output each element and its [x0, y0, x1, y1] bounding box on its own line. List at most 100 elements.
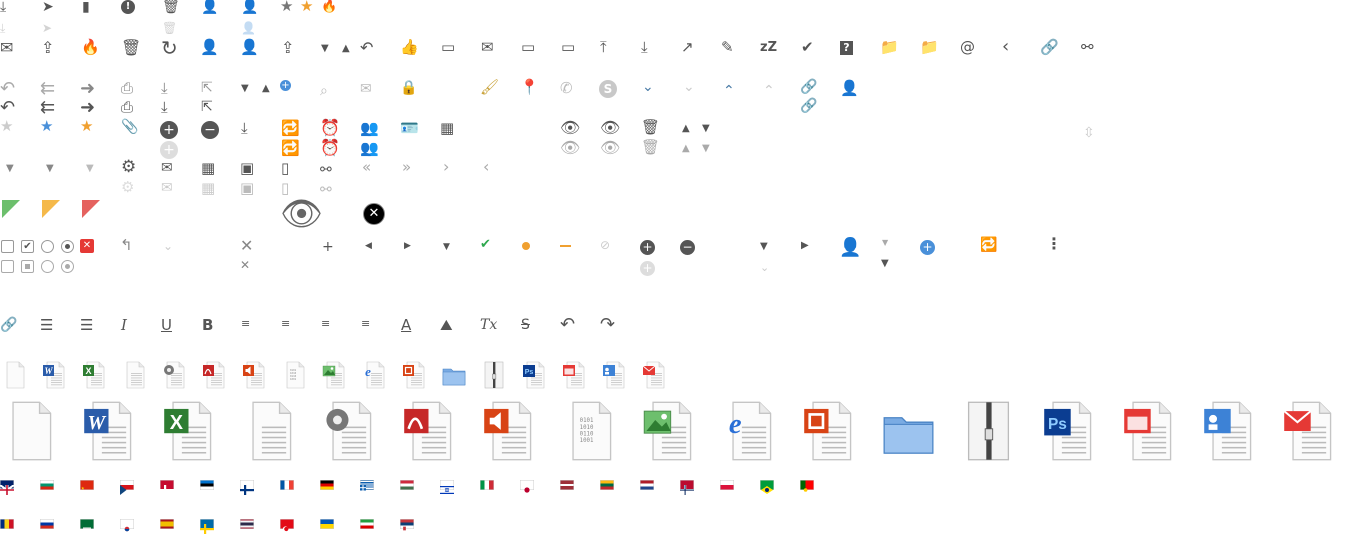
link-icon[interactable]: 🔗: [1040, 40, 1059, 55]
star-icon[interactable]: ★: [80, 119, 93, 134]
lock-icon[interactable]: 🔒: [400, 81, 417, 95]
pencil-icon[interactable]: ✎: [721, 40, 734, 55]
sort-up-icon[interactable]: ▲: [682, 124, 690, 134]
archive-file-icon[interactable]: [482, 361, 506, 389]
sort-up-icon[interactable]: ▲: [682, 144, 690, 154]
outlook-icon[interactable]: ▣: [240, 181, 254, 196]
plus-circle-icon[interactable]: +: [640, 240, 655, 255]
flag-red-icon[interactable]: [82, 200, 100, 218]
plus-icon[interactable]: +: [322, 240, 334, 254]
repeat-icon[interactable]: 🔁: [281, 141, 300, 156]
caret-down-icon[interactable]: ▼: [241, 84, 249, 94]
fire-icon[interactable]: 🔥: [81, 40, 100, 55]
caret-down-icon[interactable]: ▼: [46, 164, 54, 174]
eye-large-icon[interactable]: 👁: [280, 197, 323, 231]
download-icon[interactable]: ⤓: [641, 40, 648, 55]
double-left-icon[interactable]: «: [362, 160, 371, 175]
underline-icon[interactable]: U: [161, 318, 172, 333]
thumbs-up-icon[interactable]: 👍: [400, 40, 419, 55]
bold-icon[interactable]: B: [202, 318, 213, 333]
archive-file-icon[interactable]: [962, 400, 1015, 462]
photoshop-file-icon[interactable]: Ps: [1042, 400, 1095, 462]
kebab-icon[interactable]: ⋮: [1046, 236, 1062, 252]
user-icon[interactable]: 👤: [839, 239, 861, 257]
print-icon[interactable]: ⎙: [121, 81, 133, 96]
external-link-icon[interactable]: ⇱: [201, 100, 213, 114]
trash-icon[interactable]: 🗑: [162, 0, 180, 14]
folder-plus-icon[interactable]: 📁: [880, 40, 899, 55]
unlink-icon[interactable]: ⚯: [1081, 40, 1094, 55]
check-icon[interactable]: ✔: [480, 238, 491, 251]
star-icon[interactable]: ★: [0, 119, 13, 134]
back-arrow-icon[interactable]: ↰: [120, 238, 133, 253]
add-user-icon[interactable]: 👤: [240, 40, 259, 55]
chevron-down-icon[interactable]: ⌄: [642, 80, 654, 94]
minus-circle-icon[interactable]: −: [680, 240, 695, 255]
chevron-down-icon[interactable]: ⌄: [163, 240, 173, 252]
caret-right-icon[interactable]: ▶: [801, 241, 809, 251]
download-icon[interactable]: ⤓: [241, 121, 248, 136]
mail-file-icon[interactable]: [1282, 400, 1335, 462]
calendar-file-icon[interactable]: [1122, 400, 1175, 462]
trash-icon[interactable]: 🗑: [641, 120, 660, 135]
envelope-icon[interactable]: ✉: [161, 161, 173, 175]
caret-down-icon[interactable]: ▼: [882, 239, 888, 247]
align-center-icon[interactable]: ≡: [281, 318, 290, 329]
strikethrough-icon[interactable]: S: [521, 318, 530, 332]
link-icon[interactable]: 🔗: [800, 80, 817, 94]
caret-down-icon[interactable]: ▼: [443, 243, 450, 252]
checkbox-indeterminate-icon[interactable]: [21, 260, 34, 273]
at-icon[interactable]: @: [960, 40, 975, 55]
tray-upload-icon[interactable]: ⇪: [41, 40, 54, 56]
close-red-icon[interactable]: ✕: [80, 239, 94, 253]
powerpoint-file-icon[interactable]: [802, 400, 855, 462]
add-user-icon[interactable]: 👤: [200, 40, 219, 55]
blank-file-icon[interactable]: [2, 400, 55, 462]
alarm-icon[interactable]: ⏰: [320, 120, 340, 136]
text-file-icon[interactable]: [122, 361, 146, 389]
envelope-icon[interactable]: ✉: [360, 82, 372, 96]
user-outline-icon[interactable]: 👤: [241, 0, 258, 14]
trash-icon[interactable]: 🗑: [121, 40, 141, 56]
mobile-icon[interactable]: ▯: [281, 161, 289, 176]
eye-slash-icon[interactable]: 👁: [600, 120, 620, 136]
caret-left-icon[interactable]: ◀: [365, 242, 372, 251]
chevron-left-icon[interactable]: ‹: [1002, 38, 1009, 56]
eye-icon[interactable]: 👁: [560, 140, 580, 156]
snooze-icon[interactable]: zZ: [760, 41, 777, 54]
word-file-icon[interactable]: W: [82, 400, 135, 462]
double-right-icon[interactable]: »: [402, 160, 411, 175]
calendar-icon[interactable]: ▦: [201, 161, 215, 176]
caret-right-icon[interactable]: ▶: [404, 242, 411, 251]
tray-open-icon[interactable]: ▭: [561, 40, 575, 55]
exclamation-circle-icon[interactable]: !: [121, 0, 135, 14]
caret-up-icon[interactable]: ▲: [262, 84, 270, 94]
sort-down-icon[interactable]: ▼: [702, 144, 710, 154]
binary-file-icon[interactable]: 0101 1010 0110 1001: [562, 400, 615, 462]
calendar-icon[interactable]: ▦: [201, 181, 215, 196]
unordered-list-icon[interactable]: ☰: [80, 318, 93, 333]
web-file-icon[interactable]: e: [362, 361, 386, 389]
folder-file-icon[interactable]: [442, 361, 466, 389]
minus-circle-icon[interactable]: −: [201, 121, 219, 139]
user-icon[interactable]: 👤: [201, 0, 218, 14]
map-marker-icon[interactable]: 📍: [520, 80, 539, 95]
chevron-up-icon[interactable]: ⌃: [723, 84, 735, 98]
web-file-icon[interactable]: e: [722, 400, 775, 462]
dot-orange-icon[interactable]: [522, 242, 530, 250]
help-icon[interactable]: ?: [840, 41, 853, 55]
excel-file-icon[interactable]: X: [162, 400, 215, 462]
skype-icon[interactable]: S: [599, 80, 617, 98]
repeat-icon[interactable]: 🔁: [281, 121, 300, 136]
caret-down-icon[interactable]: ▼: [760, 242, 768, 252]
audio-file-icon[interactable]: [242, 361, 266, 389]
caret-down-icon[interactable]: ▼: [881, 259, 889, 269]
contact-card-icon[interactable]: 🪪: [400, 121, 419, 136]
download-icon[interactable]: ⤓: [161, 81, 168, 96]
repeat-icon[interactable]: 🔁: [980, 238, 997, 252]
chevron-up-icon[interactable]: ⌃: [763, 84, 775, 98]
refresh-icon[interactable]: ↻: [161, 38, 178, 58]
image-icon[interactable]: ⛰: [440, 318, 453, 333]
envelope-open-icon[interactable]: ✉: [0, 40, 13, 56]
clear-format-icon[interactable]: Tx: [480, 318, 497, 332]
